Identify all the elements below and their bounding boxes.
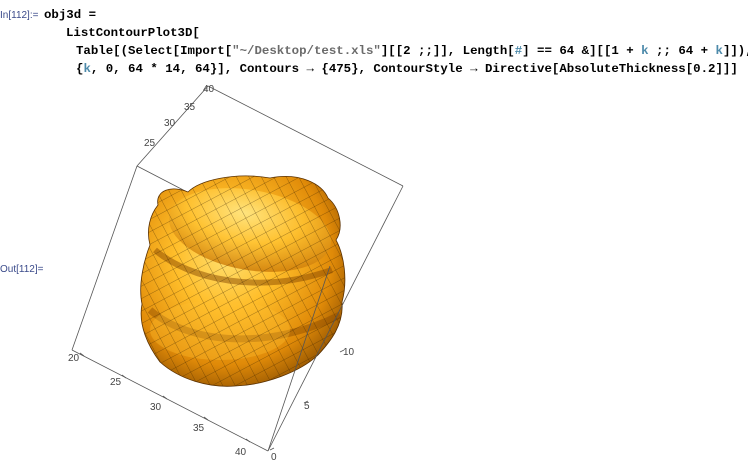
tick-left-2: 30 [150,402,162,413]
code-token: ;; 64 + [648,44,716,58]
code-line-4[interactable]: {k, 0, 64 * 14, 64}], Contours → {475}, … [76,62,738,77]
code-token: ][[2 ;;]], Length[ [380,44,515,58]
code-token: ] == 64 &][[1 + [522,44,642,58]
isosurface [140,175,346,387]
code-token: k [83,62,91,76]
tick-left-1: 25 [110,377,122,388]
tick-top-2: 30 [164,118,176,129]
tick-left-4: 40 [235,447,247,458]
code-token: k [715,44,723,58]
code-line-1[interactable]: obj3d = [44,8,96,23]
contour-plot-3d[interactable]: 40 35 30 25 20 25 30 35 40 10 5 0 [60,80,420,465]
input-cell-label: In[112]:= [0,10,39,21]
output-cell-label: Out[112]= [0,264,44,275]
code-token: ListContourPlot3D[ [66,26,200,40]
code-token: Table[(Select[Import[ [76,44,233,58]
code-token: obj3d = [44,8,97,22]
tick-left-0: 20 [68,353,80,364]
code-token: k [641,44,649,58]
code-token: , 0, 64 * 14, 64}], Contours → {475}, Co… [90,62,738,76]
axis-ticks-top: 40 35 30 25 [144,84,215,149]
tick-top-3: 25 [144,138,156,149]
tick-right-0: 10 [343,347,355,358]
tick-left-3: 35 [193,423,205,434]
tick-top-1: 35 [184,102,196,113]
code-token: ]]), [722,44,748,58]
code-token: "~/Desktop/test.xls" [232,44,381,58]
code-line-3[interactable]: Table[(Select[Import["~/Desktop/test.xls… [76,44,748,59]
tick-top-0: 40 [203,84,215,95]
code-line-2[interactable]: ListContourPlot3D[ [66,26,200,41]
tick-right-2: 0 [271,452,277,463]
